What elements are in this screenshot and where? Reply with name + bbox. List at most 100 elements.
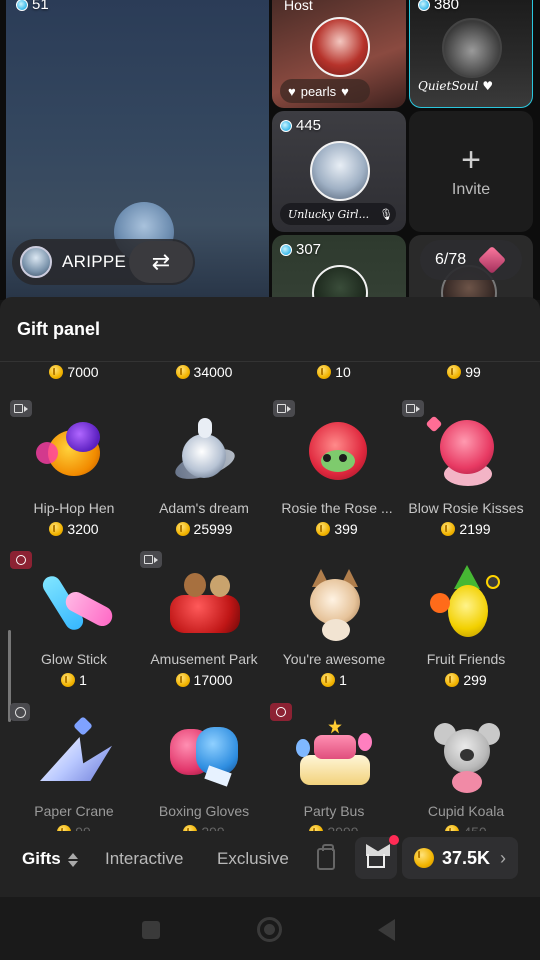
guest-tile-2[interactable]: 380 QuietSoul ♥ bbox=[409, 0, 533, 108]
swap-button[interactable]: ⇄ bbox=[129, 241, 193, 283]
gift-bag-icon[interactable] bbox=[317, 844, 335, 870]
koala-icon bbox=[426, 715, 506, 795]
gift-price-partial[interactable]: 34000 bbox=[137, 364, 271, 380]
gift-item-hip-hop-hen[interactable]: Hip-Hop Hen 3200 bbox=[7, 400, 141, 537]
system-navigation-bar bbox=[0, 897, 540, 960]
pineapple-icon bbox=[426, 563, 506, 643]
bumper-car-icon bbox=[164, 563, 244, 643]
tab-gifts[interactable]: Gifts bbox=[22, 849, 61, 869]
gift-item-paper-crane[interactable]: Paper Crane 99 bbox=[7, 703, 141, 840]
gift-name: Party Bus bbox=[303, 803, 365, 819]
recent-apps-icon[interactable] bbox=[142, 921, 160, 939]
home-icon[interactable] bbox=[257, 917, 282, 942]
gift-price-partial[interactable]: 7000 bbox=[7, 364, 141, 380]
gift-name: Hip-Hop Hen bbox=[33, 500, 115, 516]
tab-exclusive[interactable]: Exclusive bbox=[217, 849, 289, 869]
main-viewer-count: 51 bbox=[16, 0, 49, 13]
current-user-pill[interactable]: ARIPPE ⇄ bbox=[12, 239, 195, 285]
guest-tile-host[interactable]: Host ♥ pearls ♥ bbox=[272, 0, 406, 108]
timer-icon bbox=[270, 703, 292, 721]
gift-item-rosie-the-rose[interactable]: Rosie the Rose ... 399 bbox=[270, 400, 404, 537]
gift-item-adams-dream[interactable]: Adam's dream 25999 bbox=[137, 412, 271, 537]
gift-category-tabs: Gifts Interactive Exclusive 37.5K › bbox=[0, 831, 540, 897]
guest-viewer-count: 380 bbox=[418, 0, 459, 13]
gift-item-boxing-gloves[interactable]: Boxing Gloves 299 bbox=[137, 715, 271, 840]
heart-icon: ♥ bbox=[288, 83, 296, 99]
avatar bbox=[310, 17, 370, 77]
gift-name: Boxing Gloves bbox=[158, 803, 250, 819]
coin-icon bbox=[175, 522, 190, 536]
avatar bbox=[442, 18, 502, 78]
notification-dot bbox=[389, 835, 399, 845]
glow-stick-icon bbox=[34, 563, 116, 643]
gift-price: 3200 bbox=[7, 521, 141, 537]
sort-icon[interactable] bbox=[68, 851, 78, 869]
heart-icon: ♥ bbox=[482, 79, 494, 93]
seat-count-pill[interactable]: 6/78 bbox=[420, 240, 522, 280]
gift-name: Rosie the Rose ... bbox=[281, 500, 393, 516]
panel-title: Gift panel bbox=[17, 319, 101, 339]
paper-crane-icon bbox=[34, 715, 114, 795]
guest-tile-5[interactable]: 307 bbox=[272, 235, 406, 300]
coin-icon bbox=[321, 673, 336, 687]
gift-price: 1 bbox=[267, 672, 401, 688]
gift-item-glow-stick[interactable]: Glow Stick 1 bbox=[7, 551, 141, 688]
coin-icon bbox=[441, 522, 456, 536]
back-icon[interactable] bbox=[378, 919, 395, 941]
invite-label: Invite bbox=[451, 180, 491, 198]
gift-item-fruit-friends[interactable]: Fruit Friends 299 bbox=[399, 563, 533, 688]
invite-tile[interactable]: + Invite bbox=[409, 111, 533, 232]
vip-crown-button[interactable] bbox=[355, 835, 399, 879]
gift-price: 25999 bbox=[137, 521, 271, 537]
hip-hop-hen-icon bbox=[34, 412, 114, 492]
user-name: ARIPPE bbox=[62, 252, 127, 271]
coin-icon bbox=[316, 522, 331, 536]
gift-price: 299 bbox=[399, 672, 533, 688]
coin-icon bbox=[447, 365, 462, 379]
rose-kisses-icon bbox=[425, 412, 506, 492]
coin-icon bbox=[445, 673, 460, 687]
gift-panel: Gift panel 7000 34000 10 99 Hip-Hop Hen … bbox=[0, 297, 540, 897]
coin-icon bbox=[175, 365, 190, 379]
tab-interactive[interactable]: Interactive bbox=[105, 849, 183, 869]
gift-name: Fruit Friends bbox=[426, 651, 506, 667]
video-effect-icon bbox=[140, 551, 162, 568]
balance-value: 37.5K bbox=[442, 847, 491, 868]
timer-icon bbox=[10, 551, 32, 569]
palette-icon bbox=[10, 703, 30, 721]
crown-icon bbox=[367, 854, 385, 868]
gift-item-amusement-park[interactable]: Amusement Park 17000 bbox=[137, 551, 271, 688]
gift-item-cupid-koala[interactable]: Cupid Koala 450 bbox=[399, 715, 533, 840]
coin-icon bbox=[49, 365, 64, 379]
gift-name: Cupid Koala bbox=[427, 803, 505, 819]
guest-name-pill: Unlucky Girl... 🎙 bbox=[280, 203, 396, 225]
gift-price: 399 bbox=[270, 521, 404, 537]
cat-thumbs-up-icon bbox=[294, 563, 374, 643]
avatar bbox=[312, 265, 368, 300]
guest-tile-3[interactable]: 445 Unlucky Girl... 🎙 bbox=[272, 111, 406, 232]
party-bus-icon bbox=[294, 715, 374, 795]
gift-name: You're awesome bbox=[282, 651, 386, 667]
coin-icon bbox=[414, 848, 434, 868]
gift-item-youre-awesome[interactable]: You're awesome 1 bbox=[267, 563, 401, 688]
gift-price-partial[interactable]: 99 bbox=[397, 364, 531, 380]
swap-arrows-icon: ⇄ bbox=[151, 249, 171, 274]
divider bbox=[0, 361, 540, 362]
video-effect-icon bbox=[10, 400, 32, 417]
guest-name: QuietSoul ♥ bbox=[418, 79, 494, 93]
gift-item-blow-rosie-kisses[interactable]: Blow Rosie Kisses 2199 bbox=[399, 400, 533, 537]
plus-icon: + bbox=[461, 140, 481, 179]
mic-muted-icon: 🎙 bbox=[379, 207, 394, 221]
diamond-icon bbox=[280, 243, 292, 256]
gift-price-partial[interactable]: 10 bbox=[267, 364, 401, 380]
coin-icon bbox=[49, 522, 64, 536]
gem-icon bbox=[477, 245, 507, 275]
guest-viewer-count: 307 bbox=[280, 241, 321, 258]
coin-icon bbox=[61, 673, 76, 687]
chevron-right-icon: › bbox=[500, 847, 507, 868]
avatar bbox=[310, 141, 370, 201]
live-multi-guest-area: 51 ARIPPE ⇄ Host ♥ pearls ♥ 380 QuietSou… bbox=[0, 0, 540, 300]
coin-balance-button[interactable]: 37.5K › bbox=[402, 837, 518, 879]
guest-name-pill: ♥ pearls ♥ bbox=[280, 79, 370, 103]
gift-item-party-bus[interactable]: Party Bus 2999 bbox=[267, 703, 401, 840]
